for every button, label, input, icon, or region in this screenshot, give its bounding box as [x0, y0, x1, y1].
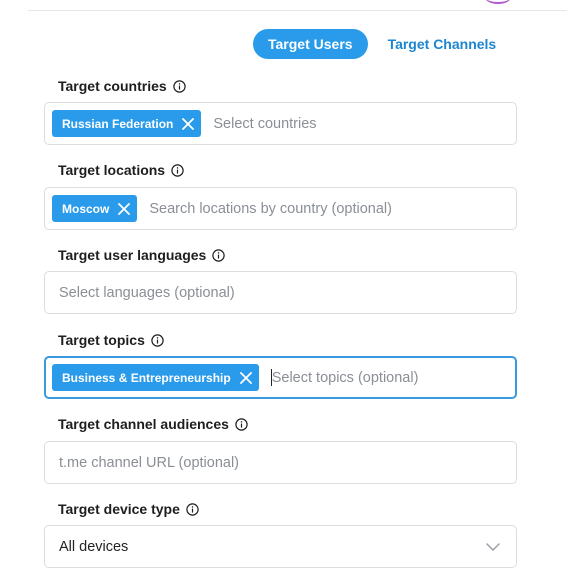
- device-type-dropdown[interactable]: All devices: [44, 525, 517, 568]
- languages-placeholder: Select languages (optional): [59, 284, 235, 301]
- info-circle-icon[interactable]: [171, 163, 184, 177]
- targeting-tabs: Target Users Target Channels: [253, 29, 510, 59]
- country-chip: Russian Federation: [52, 110, 202, 137]
- chevron-down-icon[interactable]: [486, 542, 500, 551]
- country-chip-label: Russian Federation: [62, 116, 174, 131]
- close-icon[interactable]: [117, 202, 131, 216]
- locations-search[interactable]: Moscow Search locations by country (opti…: [44, 187, 517, 230]
- info-circle-icon[interactable]: [235, 417, 248, 431]
- topics-label: Target topics: [58, 332, 145, 348]
- locations-placeholder: Search locations by country (optional): [149, 200, 392, 217]
- channel-audiences-label: Target channel audiences: [58, 416, 229, 432]
- topics-select[interactable]: Business & Entrepreneurship Select topic…: [44, 356, 517, 399]
- topics-label-row: Target topics: [58, 332, 164, 348]
- info-circle-icon[interactable]: [172, 79, 186, 93]
- location-chip-label: Moscow: [62, 201, 110, 216]
- channel-url-input[interactable]: t.me channel URL (optional): [44, 441, 517, 484]
- tab-target-users[interactable]: Target Users: [253, 29, 368, 59]
- channel-audiences-label-row: Target channel audiences: [58, 416, 248, 432]
- locations-label: Target locations: [58, 162, 166, 178]
- countries-placeholder: Select countries: [213, 115, 317, 132]
- tab-target-channels[interactable]: Target Channels: [374, 29, 511, 59]
- languages-label-row: Target user languages: [58, 247, 226, 263]
- device-type-label: Target device type: [58, 501, 180, 517]
- ad-targeting-panel: Target Users Target Channels Target coun…: [0, 0, 567, 582]
- languages-select[interactable]: Select languages (optional): [44, 271, 517, 314]
- top-divider: [28, 10, 567, 11]
- close-icon[interactable]: [239, 371, 253, 385]
- channel-url-placeholder: t.me channel URL (optional): [59, 454, 239, 471]
- info-circle-icon[interactable]: [186, 502, 199, 516]
- device-type-label-row: Target device type: [58, 501, 199, 517]
- countries-label-row: Target countries: [58, 78, 186, 94]
- topic-chip-label: Business & Entrepreneurship: [62, 370, 231, 385]
- locations-label-row: Target locations: [58, 162, 184, 178]
- info-circle-icon[interactable]: [212, 248, 226, 262]
- countries-label: Target countries: [58, 78, 167, 94]
- topic-chip: Business & Entrepreneurship: [52, 364, 259, 391]
- info-circle-icon[interactable]: [151, 333, 164, 347]
- topics-placeholder: Select topics (optional): [271, 369, 419, 386]
- location-chip: Moscow: [52, 195, 138, 222]
- languages-label: Target user languages: [58, 247, 207, 263]
- avatar[interactable]: [485, 0, 511, 4]
- close-icon[interactable]: [181, 117, 195, 131]
- device-type-value: All devices: [59, 538, 129, 555]
- countries-select[interactable]: Russian Federation Select countries: [44, 102, 517, 145]
